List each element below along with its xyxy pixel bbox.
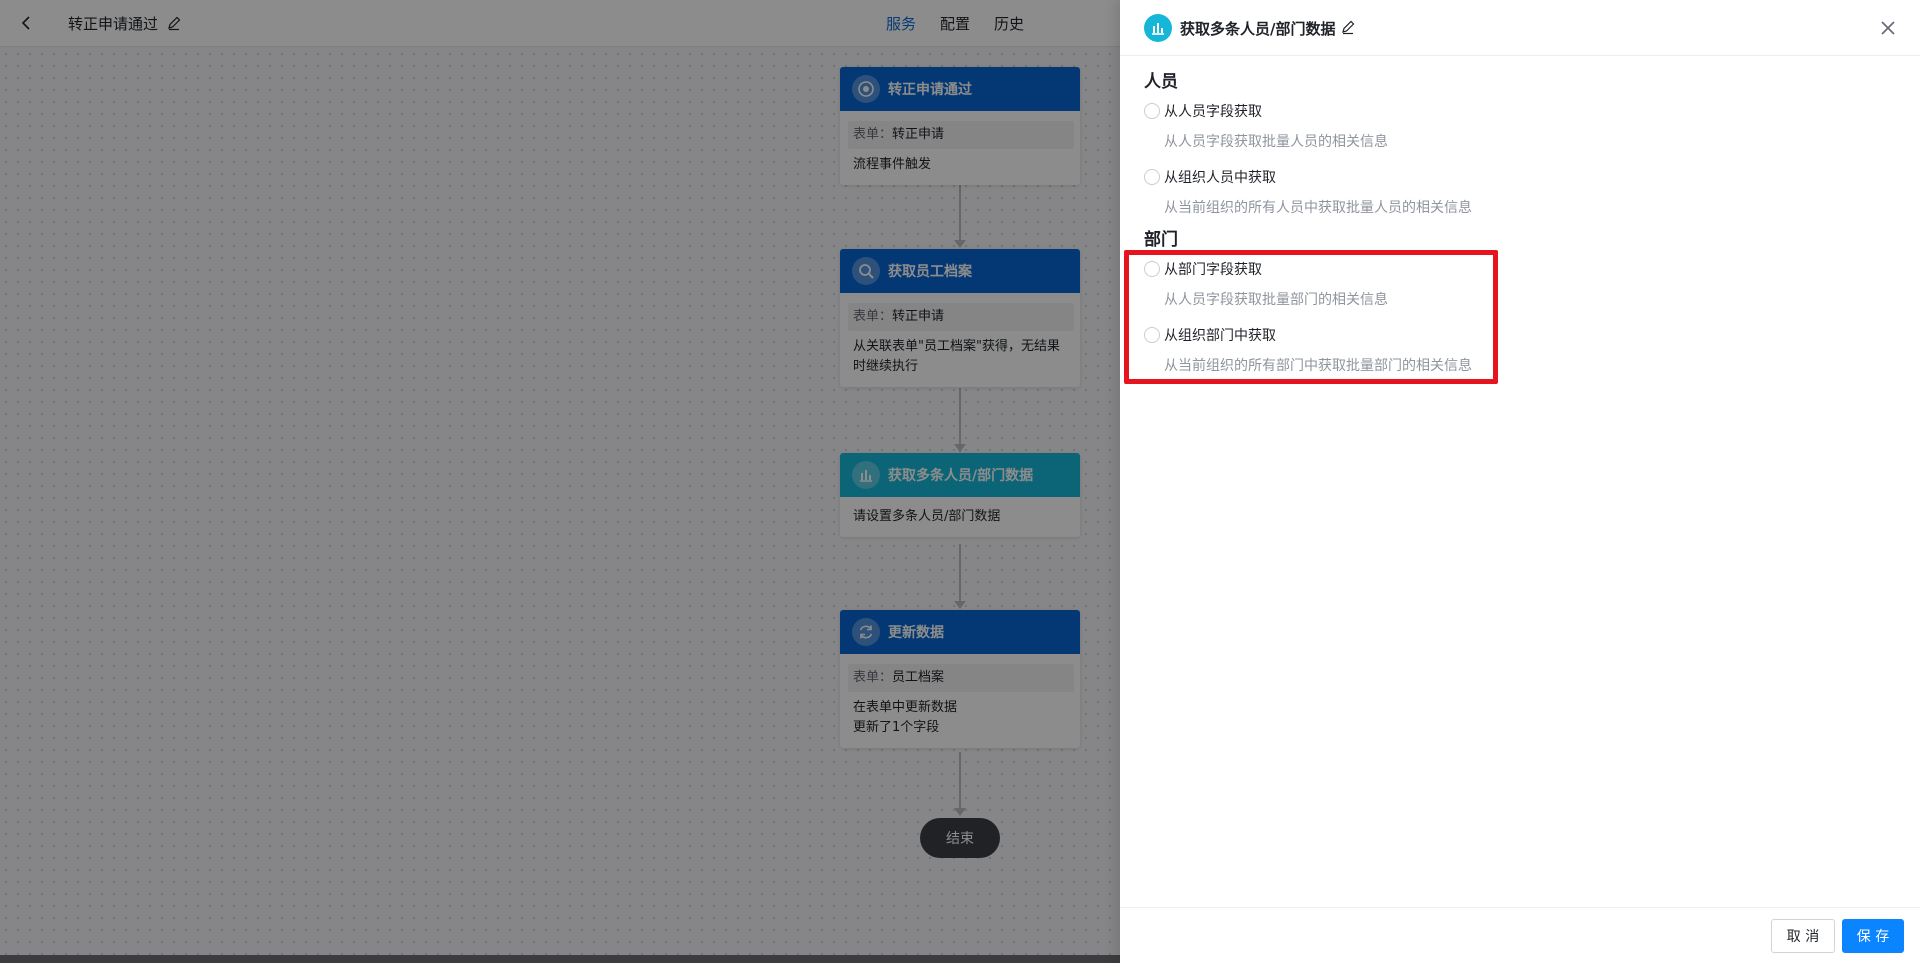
radio-option[interactable]: 从部门字段获取 xyxy=(1144,259,1388,279)
radio-option[interactable]: 从人员字段获取 xyxy=(1144,101,1388,121)
option-from-people-field: 从人员字段获取 从人员字段获取批量人员的相关信息 xyxy=(1144,101,1388,151)
radio-button[interactable] xyxy=(1144,327,1160,343)
option-label: 从部门字段获取 xyxy=(1164,262,1262,278)
option-label: 从组织人员中获取 xyxy=(1164,170,1276,186)
bar-chart-icon xyxy=(1144,14,1172,42)
save-button[interactable]: 保 存 xyxy=(1842,919,1904,953)
horizontal-scrollbar[interactable] xyxy=(0,955,1120,963)
drawer-header: 获取多条人员/部门数据 xyxy=(1120,0,1920,56)
option-desc: 从人员字段获取批量部门的相关信息 xyxy=(1164,292,1388,308)
option-desc: 从当前组织的所有部门中获取批量部门的相关信息 xyxy=(1164,358,1472,374)
option-label: 从组织部门中获取 xyxy=(1164,328,1276,344)
section-title-departments: 部门 xyxy=(1144,230,1178,250)
app-root: 转正申请通过 服务 配置 历史 转正申请通过 表单：转正申请 流程事件触发 获取… xyxy=(0,0,1920,963)
cancel-button[interactable]: 取 消 xyxy=(1771,919,1835,953)
config-drawer: 获取多条人员/部门数据 人员 从人员字段获取 从人员字段获取批量人员的相关信息 … xyxy=(1120,0,1920,963)
edit-pencil-icon[interactable] xyxy=(1340,19,1356,35)
drawer-footer: 取 消 保 存 xyxy=(1120,907,1920,963)
radio-option[interactable]: 从组织部门中获取 xyxy=(1144,325,1472,345)
radio-option[interactable]: 从组织人员中获取 xyxy=(1144,167,1472,187)
option-from-dept-field: 从部门字段获取 从人员字段获取批量部门的相关信息 xyxy=(1144,259,1388,309)
radio-button[interactable] xyxy=(1144,261,1160,277)
modal-mask[interactable] xyxy=(0,0,1120,963)
option-desc: 从人员字段获取批量人员的相关信息 xyxy=(1164,134,1388,150)
option-from-org-depts: 从组织部门中获取 从当前组织的所有部门中获取批量部门的相关信息 xyxy=(1144,325,1472,375)
option-desc: 从当前组织的所有人员中获取批量人员的相关信息 xyxy=(1164,200,1472,216)
option-label: 从人员字段获取 xyxy=(1164,104,1262,120)
radio-button[interactable] xyxy=(1144,169,1160,185)
close-icon[interactable] xyxy=(1878,18,1898,38)
section-title-people: 人员 xyxy=(1144,72,1178,92)
radio-button[interactable] xyxy=(1144,103,1160,119)
drawer-title: 获取多条人员/部门数据 xyxy=(1180,20,1336,38)
option-from-org-people: 从组织人员中获取 从当前组织的所有人员中获取批量人员的相关信息 xyxy=(1144,167,1472,217)
